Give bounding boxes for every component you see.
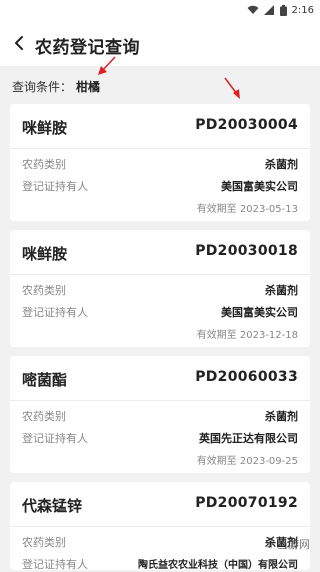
record-card[interactable]: 代森锰锌 PD20070192 农药类别 杀菌剂 登记证持有人 陶氏益农农业科技… [10, 482, 310, 571]
type-label: 农药类别 [22, 536, 66, 549]
holder-value: 陶氏益农农业科技（中国）有限公司 [138, 560, 298, 571]
type-value: 杀菌剂 [265, 284, 298, 297]
holder-value: 英国先正达有限公司 [199, 432, 298, 445]
type-label: 农药类别 [22, 158, 66, 171]
record-card[interactable]: 咪鲜胺 PD20030018 农药类别 杀菌剂 登记证持有人 美国富美实公司 有… [10, 230, 310, 347]
page-title: 农药登记查询 [35, 38, 140, 58]
pesticide-name: 嘧菌酯 [22, 371, 68, 389]
expiry-text: 有效期至 2023-12-18 [197, 326, 298, 341]
registration-code: PD20060033 [195, 369, 298, 385]
holder-row: 登记证持有人 美国富美实公司 [22, 304, 298, 320]
card-header: 咪鲜胺 PD20030018 [10, 230, 310, 275]
status-icons: 2:16 [247, 2, 314, 18]
expiry-text: 有效期至 2023-09-25 [197, 452, 298, 467]
registration-code: PD20070192 [195, 495, 298, 511]
query-value: 柑橘 [76, 79, 101, 94]
type-value: 杀菌剂 [265, 410, 298, 423]
battery-icon [279, 4, 287, 16]
holder-label: 登记证持有人 [22, 306, 88, 319]
expiry-label: 有效期至 [196, 204, 237, 215]
app-header: 农药登记查询 [0, 20, 320, 66]
status-time: 2:16 [291, 4, 314, 16]
pesticide-name: 咪鲜胺 [22, 119, 68, 137]
record-card[interactable]: 嘧菌酯 PD20060033 农药类别 杀菌剂 登记证持有人 英国先正达有限公司… [10, 356, 310, 473]
holder-label: 登记证持有人 [22, 432, 88, 445]
type-value: 杀菌剂 [265, 158, 298, 171]
type-label: 农药类别 [22, 410, 66, 423]
expiry-date: 2023-05-13 [239, 204, 298, 215]
holder-label: 登记证持有人 [22, 180, 88, 193]
wifi-icon [247, 5, 259, 14]
holder-value: 美国富美实公司 [221, 180, 298, 193]
expiry-date: 2023-12-18 [239, 330, 298, 341]
type-row: 农药类别 杀菌剂 [22, 282, 298, 298]
registration-code: PD20030004 [195, 117, 298, 133]
registration-code: PD20030018 [195, 243, 298, 259]
card-header: 嘧菌酯 PD20060033 [10, 356, 310, 401]
signal-icon [263, 5, 274, 15]
annotation-arrow-icon [224, 77, 240, 99]
pesticide-name: 咪鲜胺 [22, 245, 68, 263]
expiry-label: 有效期至 [196, 456, 237, 467]
annotation-arrow-icon [98, 56, 116, 75]
query-label: 查询条件： [12, 79, 73, 94]
back-arrow-icon [15, 36, 23, 50]
back-button[interactable] [6, 30, 32, 56]
expiry-label: 有效期至 [196, 330, 237, 341]
status-bar: 2:16 [0, 0, 320, 20]
record-card[interactable]: 咪鲜胺 PD20030004 农药类别 杀菌剂 登记证持有人 美国富美实公司 有… [10, 104, 310, 221]
pesticide-name: 代森锰锌 [22, 497, 83, 515]
holder-row: 登记证持有人 美国富美实公司 [22, 178, 298, 194]
query-condition: 查询条件： 柑橘 [12, 77, 100, 95]
type-label: 农药类别 [22, 284, 66, 297]
watermark: ꀊ 当游网 [264, 538, 310, 551]
holder-row: 登记证持有人 英国先正达有限公司 [22, 430, 298, 446]
type-row: 农药类别 杀菌剂 [22, 534, 298, 550]
type-row: 农药类别 杀菌剂 [22, 156, 298, 172]
expiry-text: 有效期至 2023-05-13 [197, 200, 298, 215]
card-header: 代森锰锌 PD20070192 [10, 482, 310, 527]
type-row: 农药类别 杀菌剂 [22, 408, 298, 424]
expiry-date: 2023-09-25 [239, 456, 298, 467]
holder-value: 美国富美实公司 [221, 306, 298, 319]
card-header: 咪鲜胺 PD20030004 [10, 104, 310, 149]
